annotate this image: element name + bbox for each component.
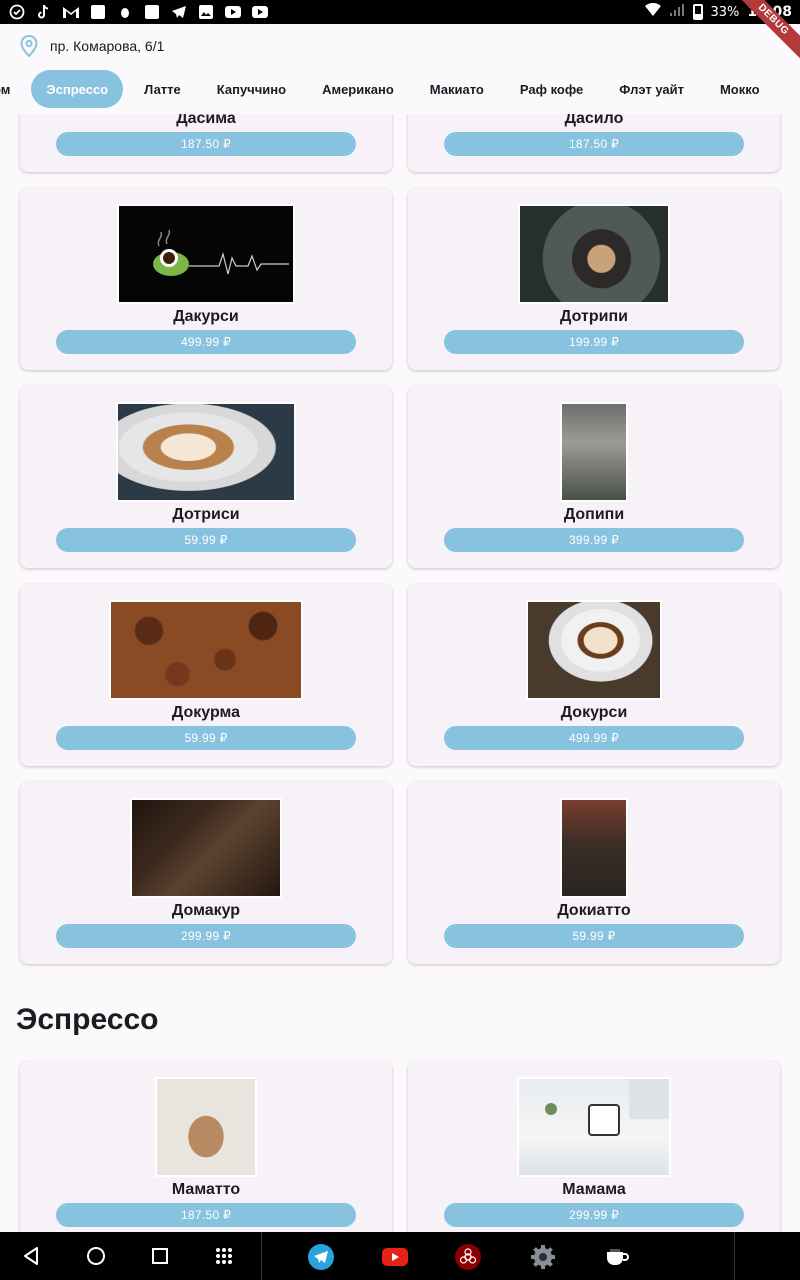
bug-icon: [116, 3, 134, 21]
app-square-icon-2: [143, 3, 161, 21]
price-button[interactable]: 187.50 ₽: [56, 1203, 356, 1227]
product-card[interactable]: Докиатто 59.99 ₽: [408, 782, 780, 964]
category-tabs: ом Эспрессо Латте Капуччино Американо Ма…: [0, 68, 800, 114]
product-name: Докурси: [560, 704, 628, 721]
recents-square-icon: [152, 1248, 168, 1264]
app-square-icon: [89, 3, 107, 21]
tab-mocha[interactable]: Мокко: [705, 70, 775, 108]
product-image: [130, 798, 282, 898]
telegram-app-icon[interactable]: [308, 1244, 334, 1270]
product-card[interactable]: Докурси 499.99 ₽: [408, 584, 780, 766]
product-card[interactable]: Допипи 399.99 ₽: [408, 386, 780, 568]
product-card[interactable]: Дакурси 499.99 ₽: [20, 188, 392, 370]
system-nav-bar: [0, 1232, 800, 1280]
product-name: Докурма: [171, 704, 241, 721]
home-circle-icon: [87, 1247, 105, 1265]
signal-icon: [669, 3, 685, 21]
price-button[interactable]: 499.99 ₽: [56, 330, 356, 354]
tab-flat-white[interactable]: Флэт уайт: [604, 70, 699, 108]
product-image: [109, 600, 303, 700]
product-image: [116, 402, 296, 502]
check-circle-icon: [8, 3, 26, 21]
tab-macchiato[interactable]: Макиато: [415, 70, 499, 108]
price-button[interactable]: 187.50 ₽: [56, 132, 356, 156]
product-name: Маматто: [171, 1181, 241, 1198]
recents-button[interactable]: [136, 1232, 184, 1280]
product-card[interactable]: Мамама 299.99 ₽: [408, 1061, 780, 1232]
coffee-app-icon[interactable]: [604, 1244, 630, 1270]
tab-raf[interactable]: Раф кофе: [505, 70, 598, 108]
product-name: Домакур: [171, 902, 241, 919]
product-card[interactable]: Дасило 187.50 ₽: [408, 114, 780, 172]
tiktok-icon: [35, 3, 53, 21]
product-name: Дасило: [564, 114, 624, 127]
product-card[interactable]: Дотриси 59.99 ₽: [20, 386, 392, 568]
youtube-icon: [224, 3, 242, 21]
nav-divider: [261, 1232, 262, 1280]
tab-latte[interactable]: Латте: [129, 70, 196, 108]
youtube-icon-2: [251, 3, 269, 21]
battery-level: 33%: [710, 4, 740, 20]
tab-cappuccino[interactable]: Капуччино: [202, 70, 301, 108]
product-name: Докиатто: [557, 902, 631, 919]
product-image: [526, 600, 662, 700]
youtube-app-icon[interactable]: [382, 1244, 408, 1270]
tab-prev-category[interactable]: ом: [0, 70, 25, 108]
wifi-icon: [644, 2, 661, 21]
price-button[interactable]: 187.50 ₽: [444, 132, 744, 156]
product-name: Дотриси: [172, 506, 240, 523]
status-bar: 33% 16:08: [0, 0, 800, 24]
product-name: Дасима: [176, 114, 236, 127]
gmail-icon: [62, 3, 80, 21]
product-card[interactable]: Маматто 187.50 ₽: [20, 1061, 392, 1232]
price-button[interactable]: 299.99 ₽: [444, 1203, 744, 1227]
product-image: [517, 1077, 671, 1177]
image-icon: [197, 3, 215, 21]
product-card[interactable]: Докурма 59.99 ₽: [20, 584, 392, 766]
home-button[interactable]: [72, 1232, 120, 1280]
battery-icon: [692, 4, 703, 20]
price-button[interactable]: 59.99 ₽: [56, 528, 356, 552]
product-name: Дотрипи: [560, 308, 628, 325]
settings-app-icon[interactable]: [530, 1244, 556, 1270]
address-text: пр. Комарова, 6/1: [50, 38, 165, 54]
back-button[interactable]: [8, 1232, 56, 1280]
price-button[interactable]: 499.99 ₽: [444, 726, 744, 750]
product-name: Допипи: [563, 506, 625, 523]
product-image: [560, 798, 628, 898]
section-title-espresso: Эспрессо: [16, 1003, 159, 1036]
product-name: Мамама: [562, 1181, 626, 1198]
tab-espresso[interactable]: Эспрессо: [31, 70, 124, 108]
product-name: Дакурси: [173, 308, 239, 325]
price-button[interactable]: 399.99 ₽: [444, 528, 744, 552]
grid-dots-icon: [216, 1248, 232, 1264]
map-pin-icon: [20, 35, 38, 57]
price-button[interactable]: 199.99 ₽: [444, 330, 744, 354]
product-image: [117, 204, 295, 304]
product-list[interactable]: Дасима 187.50 ₽ Дасило 187.50 ₽ Дакурси …: [0, 114, 800, 1232]
telegram-icon: [170, 3, 188, 21]
product-image: [560, 402, 628, 502]
price-button[interactable]: 59.99 ₽: [444, 924, 744, 948]
price-button[interactable]: 59.99 ₽: [56, 726, 356, 750]
price-button[interactable]: 299.99 ₽: [56, 924, 356, 948]
back-triangle-icon: [24, 1247, 38, 1265]
biohazard-app-icon[interactable]: [455, 1244, 481, 1270]
product-image: [518, 204, 670, 304]
tab-americano[interactable]: Американо: [307, 70, 409, 108]
product-card[interactable]: Дасима 187.50 ₽: [20, 114, 392, 172]
product-image: [155, 1077, 257, 1177]
product-card[interactable]: Домакур 299.99 ₽: [20, 782, 392, 964]
app-drawer-button[interactable]: [200, 1232, 248, 1280]
address-bar[interactable]: пр. Комарова, 6/1: [0, 24, 800, 68]
product-card[interactable]: Дотрипи 199.99 ₽: [408, 188, 780, 370]
nav-divider: [734, 1232, 735, 1280]
